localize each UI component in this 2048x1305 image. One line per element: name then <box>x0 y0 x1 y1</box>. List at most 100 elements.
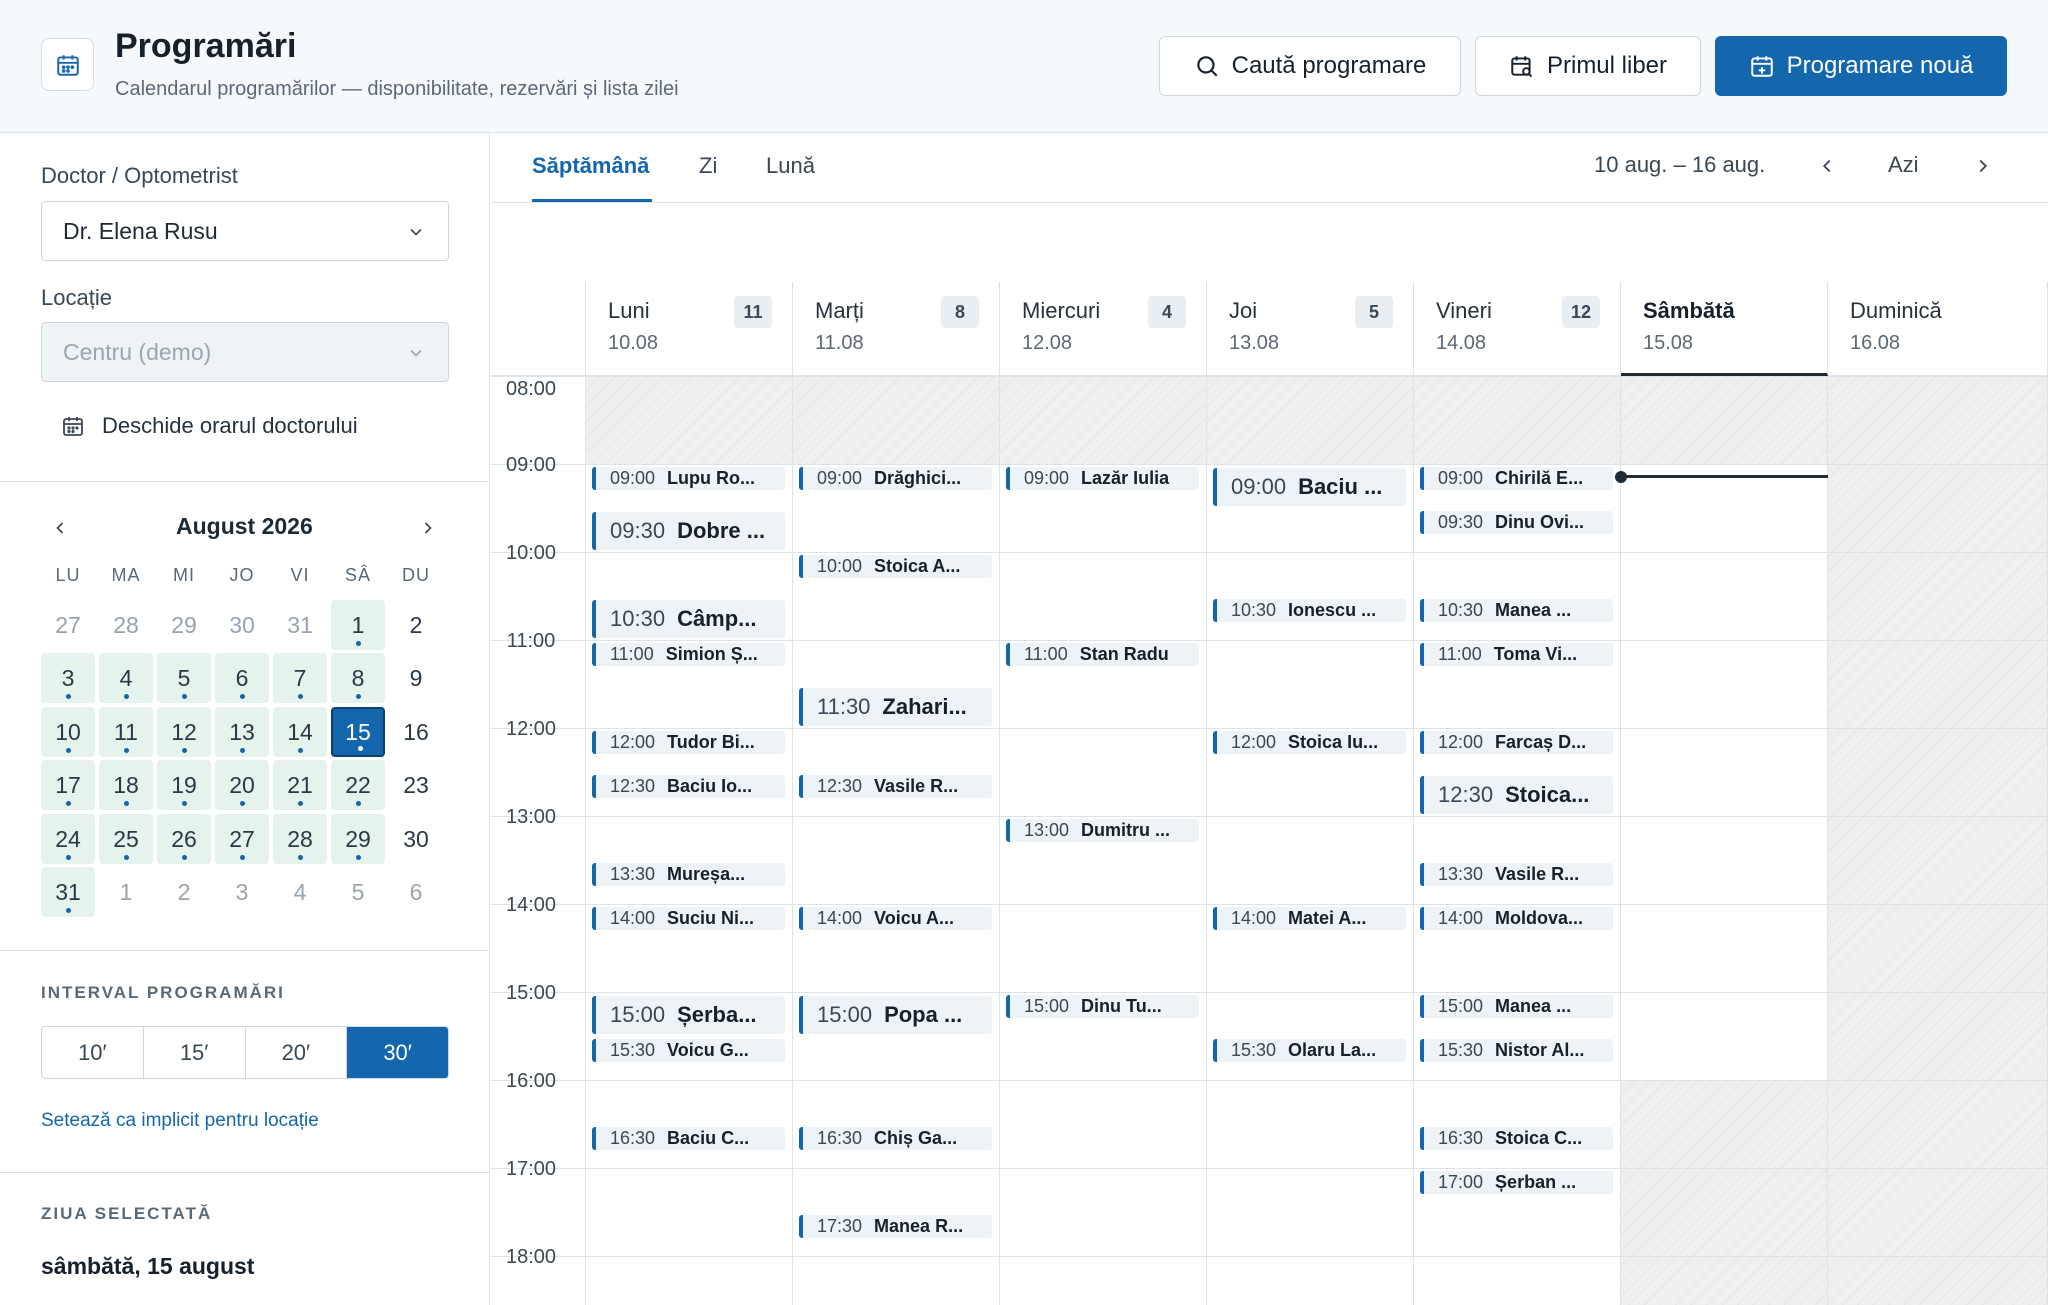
calendar-day[interactable]: 3 <box>41 653 95 703</box>
calendar-day[interactable]: 10 <box>41 707 95 757</box>
appointment-card[interactable]: 09:00 Lazăr Iulia <box>1006 467 1199 490</box>
appointment-card[interactable]: 15:00 Manea ... <box>1420 995 1613 1018</box>
first-free-button[interactable]: Primul liber <box>1475 36 1701 96</box>
calendar-day[interactable]: 5 <box>157 653 211 703</box>
calendar-day[interactable]: 5 <box>331 867 385 917</box>
appointment-card[interactable]: 16:30 Chiș Ga... <box>799 1127 992 1150</box>
appointment-card[interactable]: 17:00 Șerban ... <box>1420 1171 1613 1194</box>
calendar-day[interactable]: 22 <box>331 760 385 810</box>
tab-week[interactable]: Săptămână <box>532 153 649 179</box>
appointment-card[interactable]: 10:30 Ionescu ... <box>1213 599 1406 622</box>
day-header[interactable]: Luni 10.08 11 <box>586 282 793 376</box>
calendar-day[interactable]: 13 <box>215 707 269 757</box>
calendar-day[interactable]: 28 <box>99 600 153 650</box>
appointment-card[interactable]: 16:30 Stoica C... <box>1420 1127 1613 1150</box>
calendar-day[interactable]: 8 <box>331 653 385 703</box>
day-header[interactable]: Vineri 14.08 12 <box>1414 282 1621 376</box>
location-select[interactable]: Centru (demo) <box>41 322 449 382</box>
calendar-day[interactable]: 17 <box>41 760 95 810</box>
calendar-day[interactable]: 1 <box>331 600 385 650</box>
appointment-card[interactable]: 11:00 Stan Radu <box>1006 643 1199 666</box>
appointment-card[interactable]: 14:00 Moldova... <box>1420 907 1613 930</box>
appointment-card[interactable]: 12:00 Stoica Iu... <box>1213 731 1406 754</box>
appointment-card[interactable]: 09:00 Drăghici... <box>799 467 992 490</box>
open-doctor-schedule-link[interactable]: Deschide orarul doctorului <box>61 413 358 439</box>
calendar-day[interactable]: 25 <box>99 814 153 864</box>
calendar-day[interactable]: 20 <box>215 760 269 810</box>
prev-month-button[interactable] <box>50 518 70 538</box>
calendar-day[interactable]: 18 <box>99 760 153 810</box>
calendar-day[interactable]: 7 <box>273 653 327 703</box>
prev-week-button[interactable] <box>1816 155 1838 177</box>
appointment-card[interactable]: 11:00 Simion Ș... <box>592 643 785 666</box>
day-column[interactable] <box>1207 376 1414 1305</box>
new-appointment-button[interactable]: Programare nouă <box>1715 36 2007 96</box>
day-header[interactable]: Miercuri 12.08 4 <box>1000 282 1207 376</box>
appointment-card[interactable]: 14:00 Suciu Ni... <box>592 907 785 930</box>
appointment-card[interactable]: 12:30 Stoica... <box>1420 776 1613 814</box>
next-week-button[interactable] <box>1972 155 1994 177</box>
appointment-card[interactable]: 17:30 Manea R... <box>799 1215 992 1238</box>
interval-option[interactable]: 10′ <box>42 1027 144 1078</box>
calendar-day[interactable]: 6 <box>215 653 269 703</box>
appointment-card[interactable]: 10:30 Câmp... <box>592 600 785 638</box>
appointment-card[interactable]: 12:00 Farcaș D... <box>1420 731 1613 754</box>
calendar-day[interactable]: 24 <box>41 814 95 864</box>
calendar-day[interactable]: 15 <box>331 707 385 757</box>
calendar-day[interactable]: 12 <box>157 707 211 757</box>
appointment-card[interactable]: 15:00 Dinu Tu... <box>1006 995 1199 1018</box>
calendar-day[interactable]: 9 <box>389 653 443 703</box>
interval-option[interactable]: 15′ <box>144 1027 246 1078</box>
appointment-card[interactable]: 11:00 Toma Vi... <box>1420 643 1613 666</box>
appointment-card[interactable]: 15:00 Popa ... <box>799 996 992 1034</box>
appointment-card[interactable]: 14:00 Voicu A... <box>799 907 992 930</box>
calendar-day[interactable]: 2 <box>157 867 211 917</box>
day-column[interactable] <box>793 376 1000 1305</box>
set-default-link[interactable]: Setează ca implicit pentru locație <box>41 1110 319 1132</box>
calendar-day[interactable]: 29 <box>331 814 385 864</box>
appointment-card[interactable]: 13:00 Dumitru ... <box>1006 819 1199 842</box>
calendar-day[interactable]: 26 <box>157 814 211 864</box>
calendar-day[interactable]: 27 <box>215 814 269 864</box>
calendar-day[interactable]: 21 <box>273 760 327 810</box>
appointment-card[interactable]: 09:30 Dobre ... <box>592 512 785 550</box>
calendar-day[interactable]: 16 <box>389 707 443 757</box>
appointment-card[interactable]: 09:00 Lupu Ro... <box>592 467 785 490</box>
appointment-card[interactable]: 15:30 Nistor Al... <box>1420 1039 1613 1062</box>
calendar-day[interactable]: 4 <box>273 867 327 917</box>
day-header[interactable]: Duminică 16.08 <box>1828 282 2048 376</box>
appointment-card[interactable]: 13:30 Mureșa... <box>592 863 785 886</box>
next-month-button[interactable] <box>418 518 438 538</box>
appointment-card[interactable]: 09:30 Dinu Ovi... <box>1420 511 1613 534</box>
day-column[interactable] <box>1621 376 1828 1305</box>
appointment-card[interactable]: 10:30 Manea ... <box>1420 599 1613 622</box>
tab-day[interactable]: Zi <box>699 153 717 179</box>
appointment-card[interactable]: 15:00 Șerba... <box>592 996 785 1034</box>
appointment-card[interactable]: 11:30 Zahari... <box>799 688 992 726</box>
calendar-day[interactable]: 30 <box>215 600 269 650</box>
day-header[interactable]: Joi 13.08 5 <box>1207 282 1414 376</box>
calendar-day[interactable]: 14 <box>273 707 327 757</box>
appointment-card[interactable]: 12:30 Vasile R... <box>799 775 992 798</box>
appointment-card[interactable]: 15:30 Olaru La... <box>1213 1039 1406 1062</box>
calendar-day[interactable]: 1 <box>99 867 153 917</box>
appointment-card[interactable]: 09:00 Baciu ... <box>1213 468 1406 506</box>
calendar-day[interactable]: 30 <box>389 814 443 864</box>
interval-option[interactable]: 30′ <box>347 1027 448 1078</box>
today-button[interactable]: Azi <box>1888 152 1919 178</box>
day-header[interactable]: Sâmbătă 15.08 <box>1621 282 1828 376</box>
calendar-day[interactable]: 3 <box>215 867 269 917</box>
calendar-day[interactable]: 4 <box>99 653 153 703</box>
calendar-day[interactable]: 11 <box>99 707 153 757</box>
calendar-day[interactable]: 19 <box>157 760 211 810</box>
appointment-card[interactable]: 12:30 Baciu Io... <box>592 775 785 798</box>
interval-option[interactable]: 20′ <box>246 1027 348 1078</box>
calendar-day[interactable]: 27 <box>41 600 95 650</box>
appointment-card[interactable]: 14:00 Matei A... <box>1213 907 1406 930</box>
appointment-card[interactable]: 12:00 Tudor Bi... <box>592 731 785 754</box>
calendar-day[interactable]: 29 <box>157 600 211 650</box>
appointment-card[interactable]: 16:30 Baciu C... <box>592 1127 785 1150</box>
calendar-day[interactable]: 31 <box>273 600 327 650</box>
calendar-day[interactable]: 2 <box>389 600 443 650</box>
day-column[interactable] <box>1828 376 2048 1305</box>
